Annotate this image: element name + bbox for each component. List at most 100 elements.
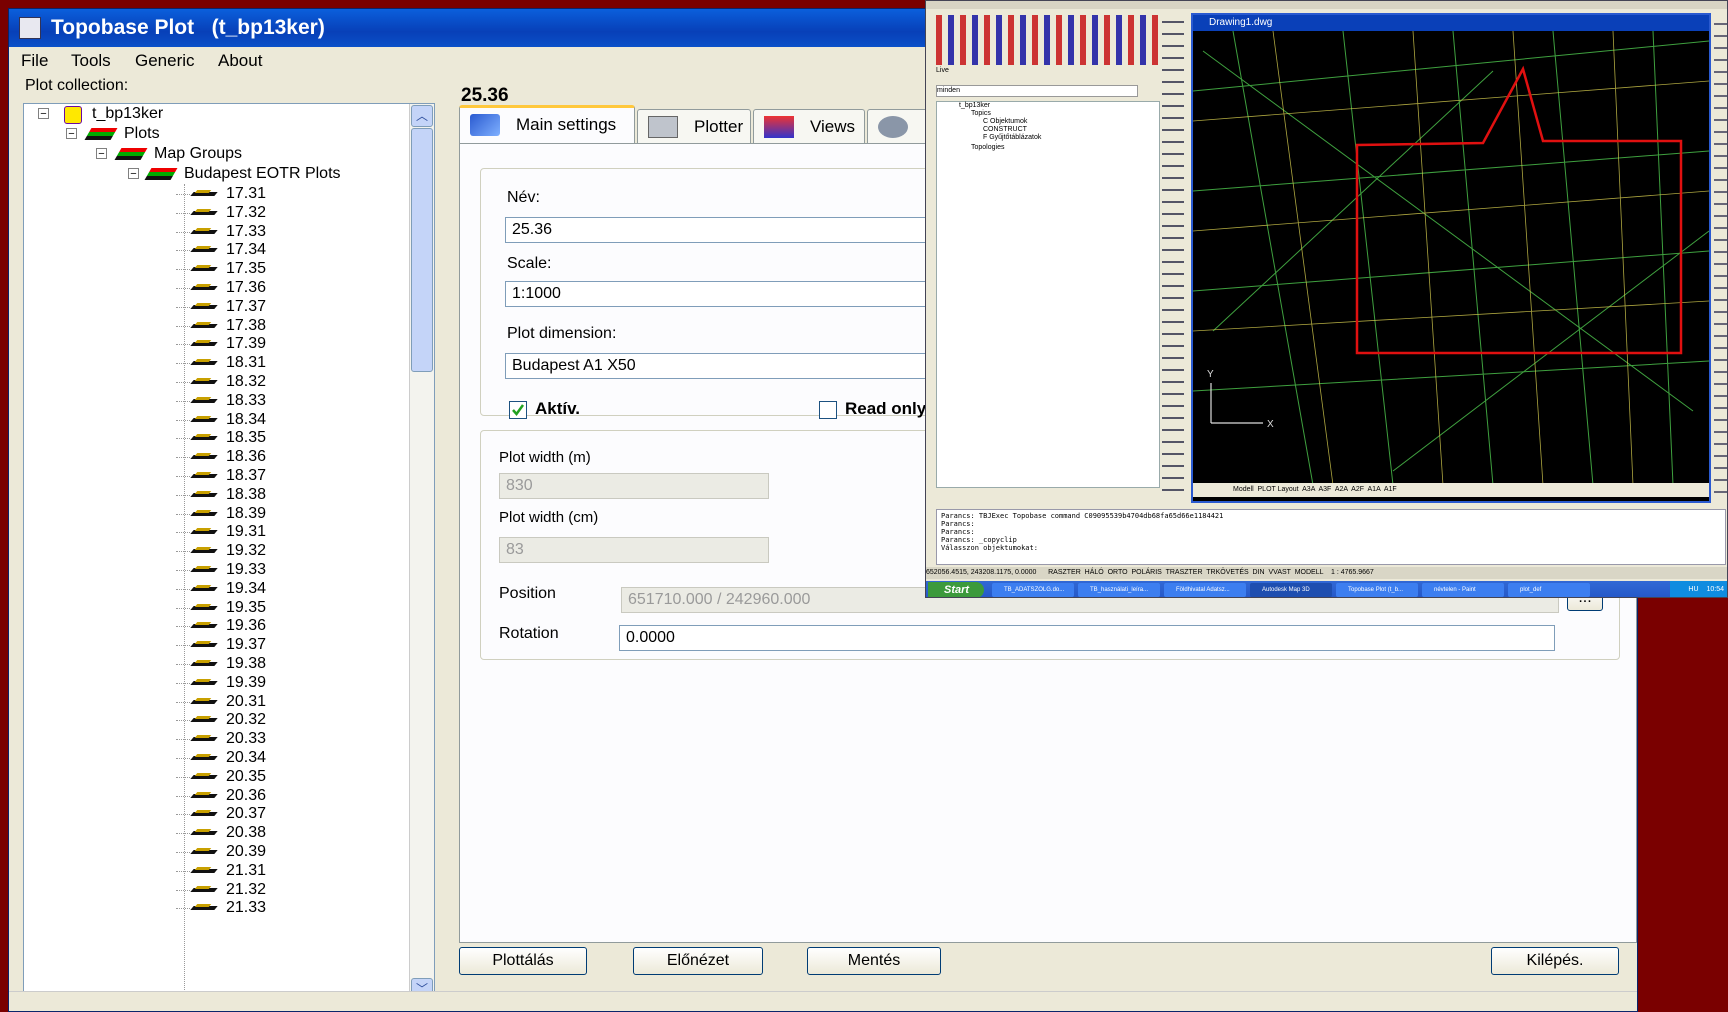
acad-command-line[interactable]: Parancs: TBJExec Topobase command C09095… bbox=[936, 509, 1726, 565]
tree-connector bbox=[176, 626, 190, 628]
menu-tools[interactable]: Tools bbox=[71, 51, 111, 71]
command-line: Parancs: bbox=[941, 528, 975, 536]
tree-connector bbox=[176, 269, 190, 271]
tree-plots[interactable]: Plots bbox=[124, 124, 160, 144]
rotation-label: Rotation bbox=[499, 625, 559, 642]
acad-draw-toolbar bbox=[1162, 11, 1184, 501]
plot-sheet-icon bbox=[190, 678, 218, 688]
collapse-icon[interactable]: − bbox=[96, 148, 107, 160]
drawing-title: Drawing1.dwg bbox=[1193, 15, 1709, 31]
tree-plot-label: 17.39 bbox=[226, 335, 267, 353]
taskbar-item[interactable]: Földhivatal Adatsz... bbox=[1164, 583, 1246, 597]
tree-plot-label: 20.34 bbox=[226, 749, 267, 766]
tree-connector bbox=[176, 363, 190, 365]
acad-minden-select[interactable]: minden bbox=[936, 85, 1138, 97]
acad-tree-root: t_bp13ker bbox=[959, 102, 991, 109]
tree-plot-label: 19.37 bbox=[226, 636, 267, 654]
tree-connector bbox=[176, 250, 190, 252]
acad-layout-tabs[interactable]: Modell PLOT Layout A3A A3F A2A A2F A1A A… bbox=[1193, 483, 1709, 497]
plot-sheet-icon bbox=[190, 509, 218, 519]
tree-connector bbox=[176, 344, 190, 346]
tree-scrollbar[interactable]: ︿ ﹀ bbox=[409, 104, 434, 1002]
autocad-map-screenshot: Live minden t_bp13ker Topics C Objektumo… bbox=[925, 0, 1728, 598]
tree-root[interactable]: t_bp13ker bbox=[92, 104, 163, 124]
acad-topobase-tree: t_bp13ker Topics C Objektumok CONSTRUCT … bbox=[936, 101, 1160, 488]
tree-connector bbox=[176, 382, 190, 383]
active-checkbox[interactable] bbox=[509, 401, 527, 419]
readonly-checkbox[interactable] bbox=[819, 401, 837, 419]
tree-connector bbox=[176, 908, 190, 910]
plot-sheet-icon bbox=[190, 339, 218, 349]
plot-sheet-icon bbox=[190, 584, 218, 594]
plot-button[interactable]: Plottálás bbox=[459, 947, 587, 975]
window-title: Topobase Plot (t_bp13ker) bbox=[51, 16, 325, 39]
tree-plot-label: 21.33 bbox=[226, 899, 267, 917]
clock: 10:54 bbox=[1706, 586, 1724, 593]
tree-connector bbox=[176, 288, 190, 289]
tree-connector bbox=[176, 400, 190, 402]
tree-connector bbox=[176, 306, 190, 308]
taskbar-item[interactable]: TB_használati_leíra... bbox=[1078, 583, 1160, 597]
exit-button[interactable]: Kilépés. bbox=[1491, 947, 1619, 975]
acad-status-bar: 652056.4515, 243208.1175, 0.0000 RASZTER… bbox=[926, 567, 1727, 579]
save-button[interactable]: Mentés bbox=[807, 947, 941, 975]
tree-plot-label: 20.38 bbox=[226, 824, 267, 842]
axis-x-label: X bbox=[1267, 419, 1274, 430]
scroll-thumb[interactable] bbox=[411, 128, 433, 372]
plot-sheet-icon bbox=[190, 640, 218, 650]
app-icon bbox=[19, 17, 41, 39]
tab-main-settings[interactable]: Main settings bbox=[459, 105, 635, 145]
collapse-icon[interactable]: − bbox=[128, 168, 139, 180]
tree-plot-label: 21.32 bbox=[226, 880, 267, 898]
tree-map-groups[interactable]: Map Groups bbox=[154, 144, 242, 164]
tree-plot-label: 18.38 bbox=[226, 485, 267, 503]
tree-plot-label: 17.38 bbox=[226, 316, 267, 334]
taskbar-item[interactable]: névtelen - Paint bbox=[1422, 583, 1504, 597]
taskbar-item[interactable]: Topobase Plot (t_b... bbox=[1336, 583, 1418, 597]
tree-plot-label: 18.33 bbox=[226, 391, 267, 409]
tree-connector bbox=[176, 570, 190, 571]
tab-label: Main settings bbox=[516, 115, 617, 134]
preview-button[interactable]: Előnézet bbox=[633, 947, 763, 975]
taskbar-item[interactable]: plot_def bbox=[1508, 583, 1590, 597]
plot-collection-tree[interactable]: − t_bp13ker − Plots − Map Groups − Budap… bbox=[23, 103, 435, 1003]
acad-live-label: Live bbox=[936, 67, 949, 74]
plot-sheet-icon bbox=[190, 697, 218, 707]
check-icon bbox=[512, 404, 525, 417]
plot-sheet-icon bbox=[190, 264, 218, 274]
menu-file[interactable]: File bbox=[21, 51, 48, 71]
tree-connector bbox=[176, 870, 190, 872]
layers-icon bbox=[84, 128, 118, 140]
scroll-up-icon[interactable]: ︿ bbox=[411, 105, 433, 127]
tree-connector bbox=[176, 588, 190, 590]
command-line: Válasszon objektumokat: bbox=[941, 544, 1038, 552]
tree-connector bbox=[176, 852, 190, 853]
plot-sheet-icon bbox=[190, 227, 218, 237]
system-tray: HU 10:54 bbox=[1670, 581, 1727, 597]
tab-label: Views bbox=[810, 117, 856, 136]
tree-plot-label: 19.33 bbox=[226, 561, 267, 578]
tree-plot-label: 19.39 bbox=[226, 673, 267, 691]
tree-plot-label: 21.31 bbox=[226, 861, 267, 879]
plot-sheet-icon bbox=[190, 734, 218, 744]
menu-generic[interactable]: Generic bbox=[135, 51, 195, 71]
collapse-icon[interactable]: − bbox=[38, 108, 49, 120]
tree-plot-label: 18.32 bbox=[226, 373, 267, 390]
tab-plotter[interactable]: Plotter bbox=[637, 109, 751, 143]
tree-connector bbox=[176, 438, 190, 440]
acad-tool-icons bbox=[936, 15, 1158, 65]
width-m-label: Plot width (m) bbox=[499, 449, 591, 466]
tree-connector bbox=[176, 494, 190, 496]
tab-views[interactable]: Views bbox=[753, 109, 865, 143]
rotation-field[interactable]: 0.0000 bbox=[619, 625, 1555, 651]
collapse-icon[interactable]: − bbox=[66, 128, 77, 140]
start-button[interactable]: Start bbox=[928, 582, 984, 597]
tree-group-budapest[interactable]: Budapest EOTR Plots bbox=[184, 164, 341, 184]
taskbar-item[interactable]: TB_ADATSZOLG.do... bbox=[992, 583, 1074, 597]
plot-sheet-icon bbox=[190, 866, 218, 876]
tree-connector bbox=[176, 758, 190, 759]
taskbar-item[interactable]: Autodesk Map 3D bbox=[1250, 583, 1332, 597]
menu-about[interactable]: About bbox=[218, 51, 262, 71]
tree-connector bbox=[176, 814, 190, 816]
tree-plot-label: 17.32 bbox=[226, 203, 267, 221]
